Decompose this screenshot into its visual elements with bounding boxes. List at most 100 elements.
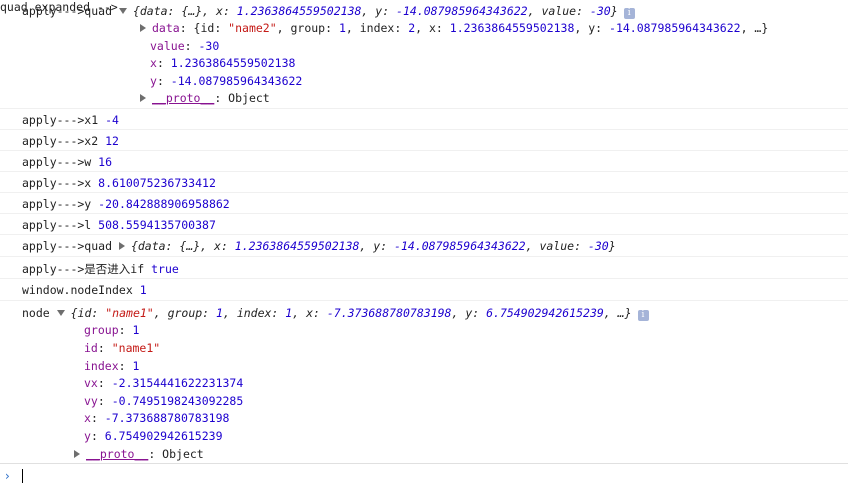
summary-text: } — [608, 239, 616, 253]
triangle-down-icon[interactable] — [56, 310, 65, 316]
message-label: apply--->w — [22, 155, 99, 169]
summary-y: 6.754902942615239 — [486, 306, 604, 320]
message-line: apply--->w 16 — [22, 154, 112, 170]
property-row-vy: vy: -0.7495198243092285 — [84, 394, 244, 408]
object-summary: {id: "name1", group: 1, index: 1, x: -7.… — [71, 306, 632, 320]
summary-text: , group: — [153, 306, 217, 320]
summary-text: {data: {…}, x: — [132, 4, 237, 18]
property-row-proto[interactable]: __proto__: Object — [74, 446, 204, 462]
property-key: vx — [84, 376, 98, 390]
message-label: apply--->quad — [22, 4, 119, 18]
property-value: 6.754902942615239 — [104, 429, 223, 443]
message-value: -4 — [105, 113, 119, 127]
summary-text: , index: — [222, 306, 286, 320]
property-key: y — [84, 429, 91, 443]
message-label: window.nodeIndex — [22, 283, 140, 297]
message-label: apply--->quad — [22, 239, 119, 253]
property-key: x — [150, 56, 157, 70]
summary-x: -7.373688780783198 — [326, 306, 452, 320]
property-value: -0.7495198243092285 — [111, 394, 244, 408]
property-row-x: x: 1.2363864559502138 — [150, 56, 296, 70]
triangle-down-icon[interactable] — [118, 8, 127, 14]
property-value: "name1" — [111, 341, 161, 355]
property-key: __proto__ — [152, 91, 215, 105]
console-message: apply--->quad {data: {…}, x: 1.236386455… — [0, 235, 848, 257]
summary-text: } — [610, 4, 618, 18]
info-icon[interactable]: i — [637, 310, 649, 321]
property-row-vx: vx: -2.3154441622231374 — [84, 376, 244, 390]
property-value: 1.2363864559502138 — [170, 56, 296, 70]
message-line: apply--->是否进入if true — [22, 261, 179, 277]
message-value: 8.610075236733412 — [98, 176, 216, 190]
property-text: , …} — [740, 21, 769, 35]
console-message: apply--->x 8.610075236733412 — [0, 172, 848, 193]
summary-id: "name1" — [105, 306, 154, 320]
console-panel: quad expanded --> apply--->quad {data: {… — [0, 0, 848, 489]
summary-text: , value: — [525, 239, 588, 253]
triangle-right-icon[interactable] — [74, 450, 80, 458]
property-row-y: y: 6.754902942615239 — [84, 429, 223, 443]
property-x: 1.2363864559502138 — [449, 21, 575, 35]
triangle-right-icon[interactable] — [118, 242, 125, 250]
property-text: , x: — [415, 21, 450, 35]
property-text: , index: — [345, 21, 409, 35]
text-caret — [22, 469, 23, 483]
property-value: Object — [228, 91, 270, 105]
summary-text: {id: — [70, 306, 106, 320]
property-row-index: index: 1 — [84, 359, 140, 373]
property-row-proto[interactable]: __proto__: Object — [140, 90, 270, 106]
object-summary: {data: {…}, x: 1.2363864559502138, y: -1… — [133, 4, 618, 18]
console-message: apply--->y -20.842888906958862 — [0, 193, 848, 214]
property-row-y: y: -14.087985964343622 — [150, 74, 303, 88]
message-label: node — [22, 306, 57, 320]
message-value: 12 — [105, 134, 119, 148]
summary-group: 1 — [216, 306, 223, 320]
console-prompt[interactable]: › — [0, 463, 848, 490]
console-message: node {id: "name1", group: 1, index: 1, x… — [0, 301, 848, 463]
console-message: apply--->是否进入if true — [0, 257, 848, 279]
property-value: -7.373688780783198 — [104, 411, 230, 425]
property-value: -2.3154441622231374 — [111, 376, 244, 390]
triangle-right-icon[interactable] — [140, 94, 146, 102]
property-row-value: value: -30 — [150, 39, 220, 53]
message-value: 508.5594135700387 — [98, 218, 216, 232]
message-label: apply--->l — [22, 218, 99, 232]
property-id: "name2" — [228, 21, 277, 35]
message-line: apply--->x2 12 — [22, 133, 119, 149]
property-y: -14.087985964343622 — [609, 21, 741, 35]
summary-y: -14.087985964343622 — [394, 239, 526, 253]
triangle-right-icon[interactable] — [140, 24, 146, 32]
property-group: 1 — [338, 21, 346, 35]
message-label: apply--->y — [22, 197, 99, 211]
property-key: id — [84, 341, 98, 355]
property-value: Object — [162, 447, 204, 461]
message-summary-line[interactable]: apply--->quad {data: {…}, x: 1.236386455… — [22, 3, 635, 19]
summary-y: -14.087985964343622 — [396, 4, 528, 18]
console-message: apply--->w 16 — [0, 151, 848, 172]
property-row-data[interactable]: data: {id: "name2", group: 1, index: 2, … — [140, 20, 768, 36]
property-text: : {id: — [179, 21, 229, 35]
console-message: apply--->l 508.5594135700387 — [0, 214, 848, 235]
summary-x: 1.2363864559502138 — [236, 4, 362, 18]
message-value: true — [151, 262, 179, 276]
console-message: window.nodeIndex 1 — [0, 279, 848, 301]
summary-text: , x: — [292, 306, 327, 320]
property-value: -30 — [198, 39, 220, 53]
message-label: apply--->x1 — [22, 113, 106, 127]
message-line: apply--->l 508.5594135700387 — [22, 217, 216, 233]
console-message: apply--->quad {data: {…}, x: 1.236386455… — [0, 0, 848, 109]
summary-x: 1.2363864559502138 — [234, 239, 360, 253]
summary-text: {data: {…}, x: — [130, 239, 235, 253]
message-line: apply--->x1 -4 — [22, 112, 119, 128]
message-value: 16 — [98, 155, 113, 169]
console-message: apply--->x1 -4 — [0, 109, 848, 130]
property-key: data — [152, 21, 180, 35]
property-key: group — [84, 323, 119, 337]
message-line: apply--->x 8.610075236733412 — [22, 175, 216, 191]
summary-value: -30 — [587, 239, 609, 253]
message-summary-line[interactable]: node {id: "name1", group: 1, index: 1, x… — [22, 305, 649, 321]
message-summary-line[interactable]: apply--->quad {data: {…}, x: 1.236386455… — [22, 238, 616, 254]
info-icon[interactable]: i — [623, 8, 635, 19]
message-line: apply--->y -20.842888906958862 — [22, 196, 230, 212]
summary-text: , y: — [451, 306, 487, 320]
